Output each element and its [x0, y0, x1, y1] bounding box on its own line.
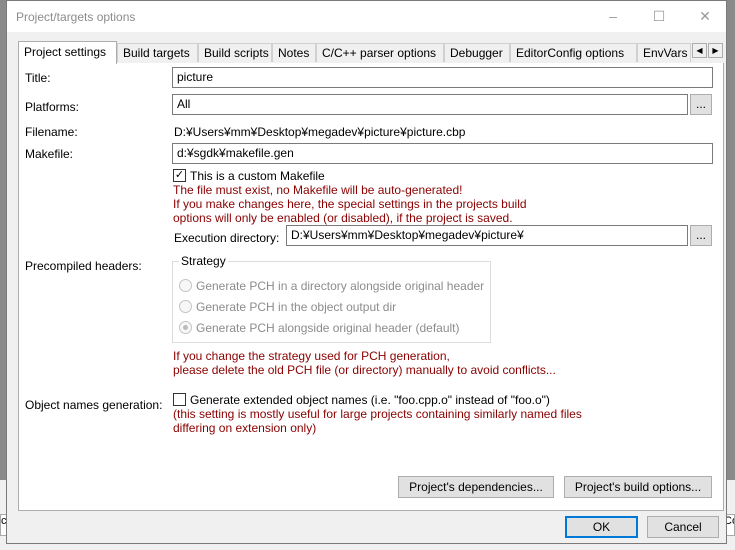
tab-scroll-right-button[interactable]: ▶ [708, 43, 723, 58]
close-button[interactable]: ✕ [682, 1, 728, 32]
makefile-warning-line-3: options will only be enabled (or disable… [173, 211, 513, 225]
ok-button[interactable]: OK [565, 516, 638, 538]
platforms-label: Platforms: [25, 100, 80, 114]
window-title: Project/targets options [16, 10, 136, 24]
makefile-warning-line-1: The file must exist, no Makefile will be… [173, 183, 463, 197]
pch-option-1-radio[interactable] [179, 279, 192, 292]
pch-option-3-label: Generate PCH alongside original header (… [196, 321, 460, 335]
tab-scroll-left-button[interactable]: ◀ [692, 43, 707, 58]
pch-option-2-radio[interactable] [179, 300, 192, 313]
platforms-browse-button[interactable]: ... [690, 94, 712, 115]
execution-directory-browse-button[interactable]: ... [690, 225, 712, 246]
project-settings-panel: Title: picture Platforms: All ... Filena… [18, 63, 724, 511]
pch-option-3-radio[interactable] [179, 321, 192, 334]
extended-object-names-label: Generate extended object names (i.e. "fo… [190, 393, 550, 407]
tab-build-scripts[interactable]: Build scripts [198, 43, 272, 62]
pch-strategy-group: Strategy Generate PCH in a directory alo… [172, 254, 491, 343]
tab-notes[interactable]: Notes [272, 43, 316, 62]
tab-project-settings[interactable]: Project settings [18, 41, 117, 64]
project-options-dialog: Project/targets options – ☐ ✕ Project se… [6, 0, 727, 544]
platforms-input[interactable]: All [172, 94, 688, 115]
tab-cpp-parser-options[interactable]: C/C++ parser options [316, 43, 444, 62]
makefile-label: Makefile: [25, 147, 74, 161]
pch-warning-line-2: please delete the old PCH file (or direc… [173, 363, 556, 377]
object-names-label: Object names generation: [25, 398, 163, 412]
precompiled-headers-label: Precompiled headers: [25, 259, 142, 273]
filename-value: D:¥Users¥mm¥Desktop¥megadev¥picture¥pict… [174, 125, 466, 139]
maximize-button[interactable]: ☐ [636, 1, 682, 32]
minimize-button[interactable]: – [590, 1, 636, 32]
project-build-options-button[interactable]: Project's build options... [564, 476, 712, 498]
project-dependencies-button[interactable]: Project's dependencies... [398, 476, 554, 498]
cancel-button[interactable]: Cancel [647, 516, 719, 538]
execution-directory-input[interactable]: D:¥Users¥mm¥Desktop¥megadev¥picture¥ [286, 225, 688, 246]
execution-directory-label: Execution directory: [174, 231, 280, 245]
custom-makefile-label: This is a custom Makefile [190, 169, 325, 183]
filename-label: Filename: [25, 125, 78, 139]
pch-strategy-legend: Strategy [179, 254, 228, 268]
object-names-note-line-1: (this setting is mostly useful for large… [173, 407, 582, 421]
tab-debugger[interactable]: Debugger [444, 43, 510, 62]
pch-option-1-label: Generate PCH in a directory alongside or… [196, 279, 485, 293]
tab-editorconfig-options[interactable]: EditorConfig options [510, 43, 637, 62]
tab-build-targets[interactable]: Build targets [117, 43, 198, 62]
tab-strip: Project settings Build targets Build scr… [18, 41, 723, 64]
pch-option-2-label: Generate PCH in the object output dir [196, 300, 397, 314]
title-label: Title: [25, 71, 51, 85]
tab-envvars[interactable]: EnvVars [637, 43, 691, 62]
makefile-input[interactable]: d:¥sgdk¥makefile.gen [172, 143, 713, 164]
custom-makefile-checkbox[interactable]: ✓ [173, 169, 186, 182]
title-input[interactable]: picture [172, 67, 713, 88]
makefile-warning-line-2: If you make changes here, the special se… [173, 197, 527, 211]
pch-warning-line-1: If you change the strategy used for PCH … [173, 349, 450, 363]
extended-object-names-checkbox[interactable] [173, 393, 186, 406]
object-names-note-line-2: differing on extension only) [173, 421, 317, 435]
title-bar[interactable]: Project/targets options – ☐ ✕ [7, 1, 726, 32]
